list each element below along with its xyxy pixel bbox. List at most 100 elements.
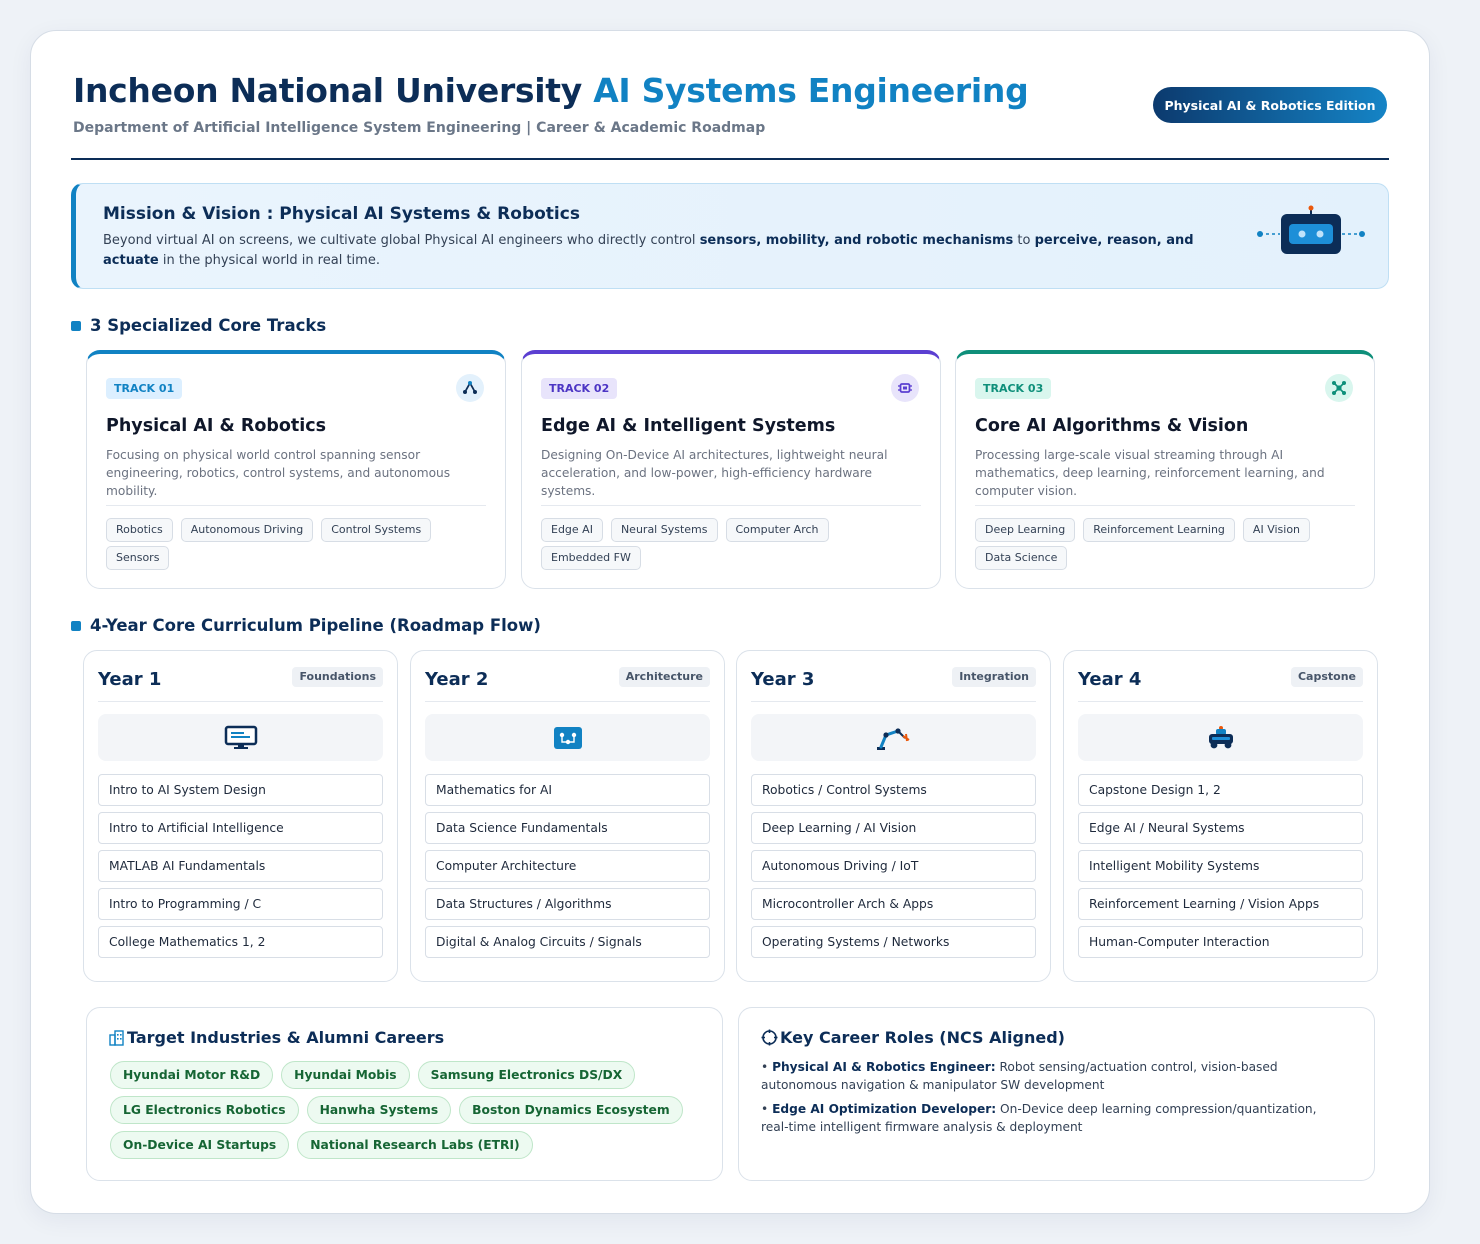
page-subtitle: Department of Artificial Intelligence Sy…: [73, 120, 766, 136]
course-item: Intro to Artificial Intelligence: [98, 812, 383, 844]
year-tag: Architecture: [618, 667, 710, 687]
course-item: Computer Architecture: [425, 850, 710, 882]
curriculum-section-heading: 4-Year Core Curriculum Pipeline (Roadmap…: [71, 616, 541, 635]
track-card-physical-ai: TRACK 01 Physical AI & Robotics Focusing…: [86, 350, 506, 589]
year-icon-panel: [425, 714, 710, 761]
course-list: Mathematics for AI Data Science Fundamen…: [425, 774, 710, 964]
year-tag: Foundations: [292, 667, 383, 687]
tag: Neural Systems: [610, 518, 718, 542]
year-title: Year 4: [1078, 669, 1142, 690]
course-item: Data Structures / Algorithms: [425, 888, 710, 920]
track-badge: TRACK 01: [106, 378, 183, 399]
year-title: Year 3: [751, 669, 815, 690]
year-icon-panel: [751, 714, 1036, 761]
industry-chip: LG Electronics Robotics: [110, 1096, 299, 1124]
track-description: Processing large-scale visual streaming …: [975, 448, 1325, 498]
year-card-3: Year 3 Integration Robotics / Control Sy…: [736, 650, 1051, 982]
course-item: Microcontroller Arch & Apps: [751, 888, 1036, 920]
section-marker: [71, 320, 81, 331]
career-role-item: • Physical AI & Robotics Engineer: Robot…: [761, 1060, 1278, 1092]
career-roles-panel: Key Career Roles (NCS Aligned) • Physica…: [738, 1007, 1375, 1181]
section-marker: [71, 620, 81, 631]
year-icon-panel: [1078, 714, 1363, 761]
robot-arm-icon: [456, 374, 484, 402]
year-icon-panel: [98, 714, 383, 761]
tag: Sensors: [106, 546, 170, 570]
roadmap-card: Incheon National University AI Systems E…: [30, 30, 1430, 1214]
course-item: Autonomous Driving / IoT: [751, 850, 1036, 882]
track-badge: TRACK 02: [541, 378, 618, 399]
career-role-item: • Edge AI Optimization Developer: On-Dev…: [761, 1102, 1317, 1134]
divider: [1078, 701, 1363, 702]
year-tag: Integration: [952, 667, 1036, 687]
industry-chip: Hyundai Motor R&D: [110, 1061, 274, 1089]
tag: Computer Arch: [725, 518, 829, 542]
year-title: Year 1: [98, 669, 162, 690]
year-title: Year 2: [425, 669, 489, 690]
industry-list: Hyundai Motor R&D Hyundai Mobis Samsung …: [110, 1061, 710, 1159]
autonomous-car-icon: [1208, 725, 1233, 748]
industry-chip: On-Device AI Startups: [110, 1131, 290, 1159]
course-item: MATLAB AI Fundamentals: [98, 850, 383, 882]
course-item: Mathematics for AI: [425, 774, 710, 806]
course-item: Reinforcement Learning / Vision Apps: [1078, 888, 1363, 920]
monitor-icon: [224, 725, 257, 749]
mission-text: Beyond virtual AI on screens, we cultiva…: [103, 233, 1194, 268]
edition-badge: Physical AI & Robotics Edition: [1153, 87, 1387, 123]
industries-title: Target Industries & Alumni Careers: [109, 1028, 444, 1047]
industry-chip: Hanwha Systems: [306, 1096, 452, 1124]
course-item: College Mathematics 1, 2: [98, 926, 383, 958]
chip-icon: [891, 374, 919, 402]
course-item: Deep Learning / AI Vision: [751, 812, 1036, 844]
year-card-2: Year 2 Architecture Mathematics for AI D…: [410, 650, 725, 982]
tag: Robotics: [106, 518, 173, 542]
tag: Control Systems: [321, 518, 432, 542]
robot-arm-icon: [876, 727, 910, 750]
track-tags: Robotics Autonomous Driving Control Syst…: [106, 518, 486, 570]
title-accent: AI Systems Engineering: [593, 71, 1029, 110]
tag: Embedded FW: [541, 546, 641, 570]
year-card-4: Year 4 Capstone Capstone Design 1, 2 Edg…: [1063, 650, 1378, 982]
course-item: Intro to Programming / C: [98, 888, 383, 920]
divider: [106, 505, 486, 506]
tag: Data Science: [975, 546, 1068, 570]
title-main: Incheon National University: [73, 71, 582, 110]
divider: [98, 701, 383, 702]
course-item: Edge AI / Neural Systems: [1078, 812, 1363, 844]
course-list: Capstone Design 1, 2 Edge AI / Neural Sy…: [1078, 774, 1363, 964]
page-title: Incheon National University AI Systems E…: [73, 71, 1029, 110]
track-description: Designing On-Device AI architectures, li…: [541, 448, 888, 498]
tag: Edge AI: [541, 518, 603, 542]
career-roles-title: Key Career Roles (NCS Aligned): [761, 1028, 1065, 1047]
track-description: Focusing on physical world control spann…: [106, 448, 451, 498]
tag: Reinforcement Learning: [1083, 518, 1235, 542]
divider: [425, 701, 710, 702]
mission-banner: Mission & Vision : Physical AI Systems &…: [71, 183, 1389, 289]
course-item: Data Science Fundamentals: [425, 812, 710, 844]
industry-chip: Samsung Electronics DS/DX: [417, 1061, 636, 1089]
robot-icon: [1257, 205, 1365, 254]
divider: [975, 505, 1355, 506]
track-tags: Edge AI Neural Systems Computer Arch Emb…: [541, 518, 921, 570]
industry-chip: Boston Dynamics Ecosystem: [459, 1096, 683, 1124]
tracks-section-heading: 3 Specialized Core Tracks: [71, 316, 326, 335]
mission-title: Mission & Vision : Physical AI Systems &…: [103, 204, 580, 224]
course-list: Robotics / Control Systems Deep Learning…: [751, 774, 1036, 964]
course-item: Digital & Analog Circuits / Signals: [425, 926, 710, 958]
course-list: Intro to AI System Design Intro to Artif…: [98, 774, 383, 964]
industry-chip: National Research Labs (ETRI): [297, 1131, 533, 1159]
course-item: Robotics / Control Systems: [751, 774, 1036, 806]
course-item: Operating Systems / Networks: [751, 926, 1036, 958]
year-card-1: Year 1 Foundations Intro to AI System De…: [83, 650, 398, 982]
divider: [541, 505, 921, 506]
track-tags: Deep Learning Reinforcement Learning AI …: [975, 518, 1355, 570]
track-title: Physical AI & Robotics: [106, 416, 327, 436]
tag: Deep Learning: [975, 518, 1076, 542]
course-item: Capstone Design 1, 2: [1078, 774, 1363, 806]
track-title: Edge AI & Intelligent Systems: [541, 416, 836, 436]
network-icon: [1325, 374, 1353, 402]
tag: AI Vision: [1242, 518, 1311, 542]
career-role-list: • Physical AI & Robotics Engineer: Robot…: [761, 1058, 1336, 1142]
course-item: Intro to AI System Design: [98, 774, 383, 806]
track-badge: TRACK 03: [975, 378, 1052, 399]
